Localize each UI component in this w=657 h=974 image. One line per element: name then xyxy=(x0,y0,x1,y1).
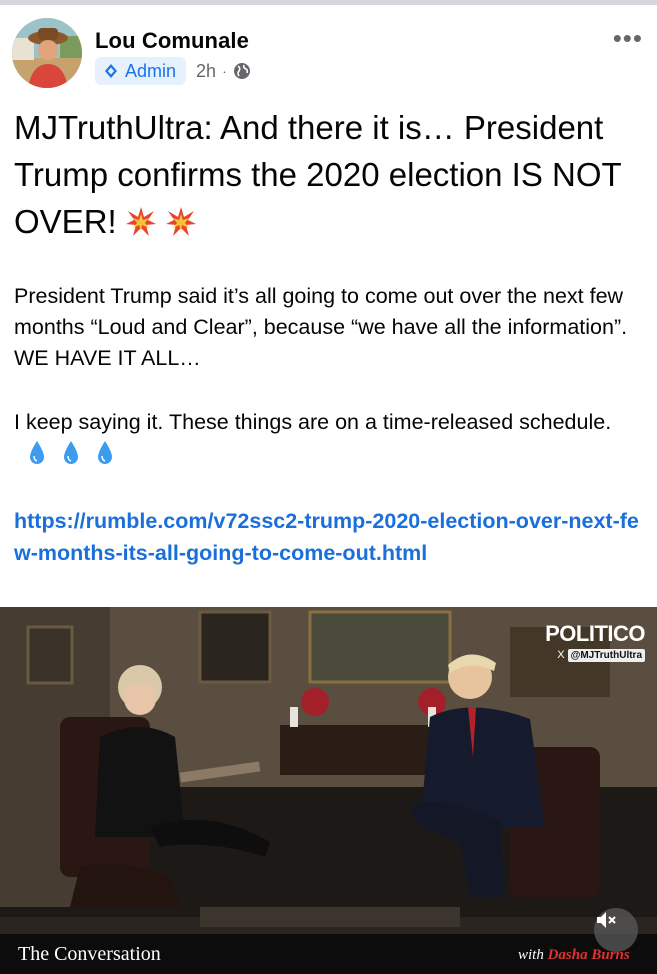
post-paragraph-2: I keep saying it. These things are on a … xyxy=(14,407,644,469)
post-paragraph-1: President Trump said it’s all going to c… xyxy=(14,284,628,370)
droplet-emoji-icon xyxy=(64,441,78,464)
meta-separator: · xyxy=(222,63,227,79)
headline-text: MJTruthUltra: And there it is… President… xyxy=(14,109,622,240)
post-time[interactable]: 2h xyxy=(196,61,216,82)
collision-emoji-icon xyxy=(125,207,156,236)
avatar[interactable] xyxy=(12,18,82,88)
x-logo-icon: X xyxy=(557,649,565,661)
admin-badge-label: Admin xyxy=(125,60,177,81)
politico-watermark: POLITICO X @MJTruthUltra xyxy=(545,623,645,663)
show-title: The Conversation xyxy=(18,943,161,965)
admin-badge[interactable]: Admin xyxy=(95,57,187,85)
rumble-link[interactable]: https://rumble.com/v72ssc2-trump-2020-el… xyxy=(14,505,644,569)
mute-button[interactable] xyxy=(594,908,638,952)
politico-logo: POLITICO xyxy=(545,621,645,646)
globe-icon xyxy=(233,63,250,79)
admin-shield-icon xyxy=(105,64,117,78)
post-header: Lou Comunale Admin 2h · ••• xyxy=(0,14,657,94)
droplet-emoji-icon xyxy=(30,441,44,464)
more-options-icon[interactable]: ••• xyxy=(613,25,643,51)
top-divider xyxy=(0,0,657,5)
watermark-handle: @MJTruthUltra xyxy=(567,649,645,662)
video-player[interactable]: POLITICO X @MJTruthUltra The Conversation… xyxy=(0,607,657,974)
with-label: with xyxy=(518,947,544,963)
author-name[interactable]: Lou Comunale xyxy=(95,28,249,54)
droplet-emoji-icon xyxy=(98,441,112,464)
post-headline: MJTruthUltra: And there it is… President… xyxy=(14,104,644,245)
post-meta: Admin 2h · xyxy=(95,57,251,85)
collision-emoji-icon xyxy=(165,207,196,236)
paragraph-2-text: I keep saying it. These things are on a … xyxy=(14,410,612,434)
speaker-muted-icon xyxy=(597,912,616,928)
